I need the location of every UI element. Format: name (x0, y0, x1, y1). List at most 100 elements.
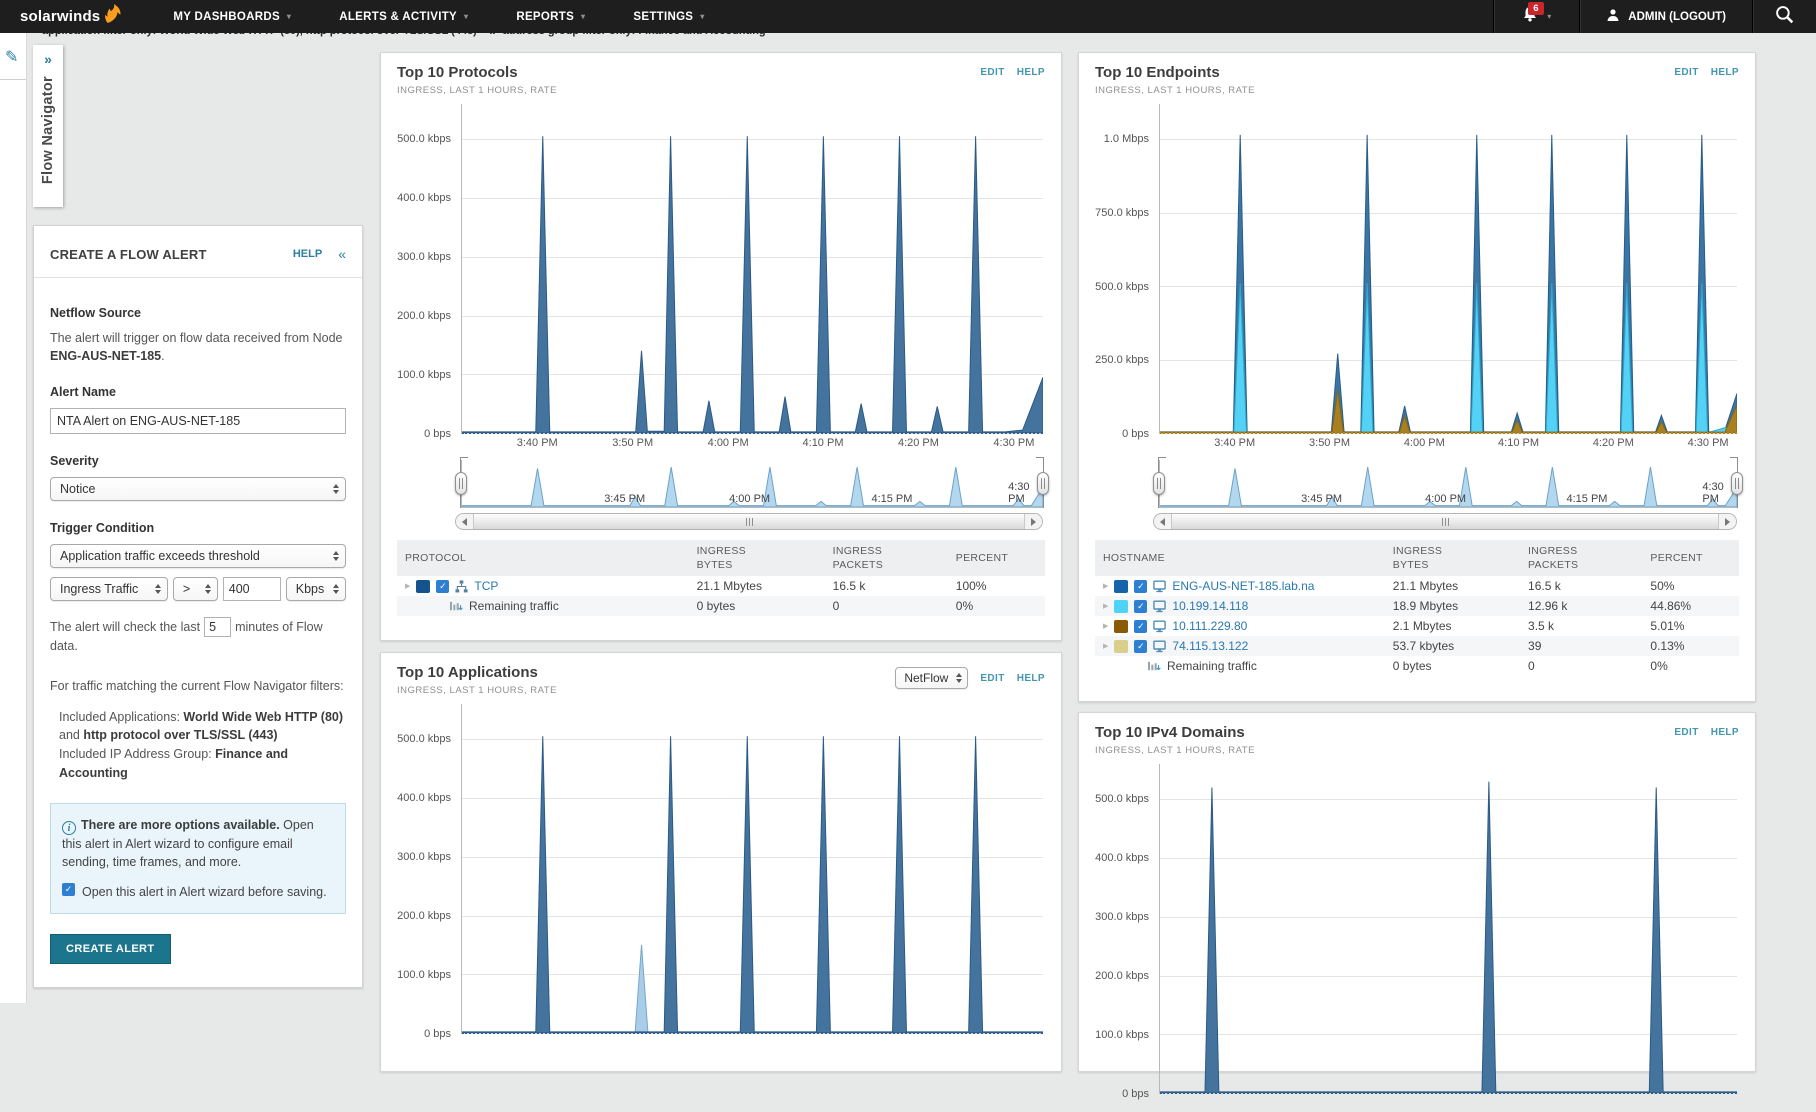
menu-alerts-activity[interactable]: ALERTS & ACTIVITY ▾ (315, 0, 492, 33)
help-link[interactable]: HELP (1711, 727, 1739, 738)
severity-select[interactable]: Notice (50, 477, 346, 502)
severity-label: Severity (50, 454, 99, 469)
trigger-condition-select[interactable]: Application traffic exceeds threshold (50, 544, 346, 569)
panel-header: Top 10 Protocols INGRESS, LAST 1 HOURS, … (381, 53, 1061, 98)
series-visibility-checkbox[interactable]: ✓ (1134, 579, 1148, 593)
apps-join: and (59, 728, 84, 743)
time-scrollbar[interactable] (1153, 513, 1737, 530)
select-stepper-icon (204, 584, 211, 595)
y-axis: 500.0 kbps 400.0 kbps 300.0 kbps 200.0 kbps… (389, 704, 461, 1040)
range-handle-right[interactable] (1731, 472, 1743, 495)
expand-row-icon[interactable]: ▶ (1103, 582, 1108, 590)
expand-row-icon[interactable]: ▶ (405, 582, 410, 590)
nta-dashboard: { "navbar": { "logo": "solarwinds", "men… (0, 0, 1816, 1100)
flow-type-select[interactable]: NetFlow (895, 667, 969, 689)
series-visibility-checkbox[interactable]: ✓ (1134, 619, 1148, 633)
chevron-down-icon: ▾ (1547, 12, 1552, 21)
notification-badge: 6 (1528, 2, 1544, 15)
row-label-link[interactable]: TCP (474, 579, 498, 593)
time-scrollbar[interactable] (455, 513, 1043, 530)
edit-link[interactable]: EDIT (980, 67, 1004, 78)
row-label-link[interactable]: 74.115.13.122 (1172, 639, 1248, 653)
notifications-button[interactable]: 6 ▾ (1494, 0, 1579, 33)
y-axis-label: 500.0 kbps (397, 733, 451, 746)
menu-reports[interactable]: REPORTS ▾ (492, 0, 609, 33)
edit-link[interactable]: EDIT (1674, 727, 1698, 738)
check-minutes-input[interactable] (204, 617, 232, 638)
scroll-left-button[interactable] (456, 514, 474, 529)
expand-row-icon[interactable]: ▶ (1103, 642, 1108, 650)
range-handle-left[interactable] (455, 472, 467, 495)
row-label-link[interactable]: ENG-AUS-NET-185.lab.na (1172, 579, 1314, 593)
packets-value: 0 (1528, 659, 1535, 674)
panel-title: Top 10 Endpoints (1095, 64, 1220, 81)
expand-row-icon[interactable]: ▶ (1103, 602, 1108, 610)
threshold-value-input[interactable] (222, 577, 281, 602)
unit-select[interactable]: Kbps (285, 577, 346, 602)
menu-settings[interactable]: SETTINGS ▾ (609, 0, 728, 33)
menu-label: MY DASHBOARDS (173, 10, 280, 23)
alert-name-label: Alert Name (50, 385, 116, 400)
y-axis-label: 400.0 kbps (397, 192, 451, 205)
table-row: Remaining traffic 0 bytes 0 0% (1095, 656, 1739, 676)
remaining-icon (1147, 660, 1161, 673)
create-alert-button[interactable]: CREATE ALERT (50, 933, 171, 964)
ip-group-label: Included IP Address Group: (59, 747, 216, 761)
percent-value: 5.01% (1650, 619, 1685, 634)
solarwinds-logo[interactable]: solarwinds (0, 4, 149, 29)
y-axis: 500.0 kbps 400.0 kbps 300.0 kbps 200.0 kbps… (389, 104, 461, 440)
help-link[interactable]: HELP (1017, 67, 1045, 78)
help-link[interactable]: HELP (1711, 67, 1739, 78)
packets-value: 39 (1528, 639, 1542, 654)
edit-link[interactable]: EDIT (1674, 67, 1698, 78)
time-range-overview[interactable]: 3:45 PM 4:00 PM 4:15 PM 4:30 PM (1153, 457, 1743, 508)
range-handle-right[interactable] (1037, 472, 1049, 495)
column-header: INGRESS PACKETS (1520, 540, 1643, 577)
overview-plot: 3:45 PM 4:00 PM 4:15 PM 4:30 PM (1159, 460, 1737, 508)
y-axis-label: 200.0 kbps (397, 310, 451, 323)
top-navbar: solarwinds MY DASHBOARDS ▾ ALERTS & ACTI… (0, 0, 1816, 33)
scroll-right-button[interactable] (1024, 514, 1042, 529)
traffic-direction-value: Ingress Traffic (60, 582, 139, 597)
packets-value: 0 (832, 599, 840, 614)
range-handle-left[interactable] (1153, 472, 1165, 495)
help-link[interactable]: HELP (1017, 673, 1045, 684)
alert-name-input[interactable] (50, 408, 346, 435)
series-visibility-checkbox[interactable]: ✓ (1134, 639, 1148, 653)
panel-subtitle: INGRESS, LAST 1 HOURS, RATE (1095, 745, 1255, 756)
flow-navigator-label: Flow Navigator (40, 76, 56, 185)
scrollbar-thumb[interactable] (1172, 514, 1718, 529)
chevron-down-icon: ▾ (581, 12, 586, 21)
menu-my-dashboards[interactable]: MY DASHBOARDS ▾ (149, 0, 315, 33)
apps-label: Included Applications: (59, 709, 184, 724)
help-link[interactable]: HELP (293, 248, 322, 260)
wizard-checkbox[interactable]: ✓ (62, 882, 75, 896)
scroll-right-button[interactable] (1718, 514, 1736, 529)
scroll-left-button[interactable] (1154, 514, 1172, 529)
row-label: Remaining traffic (1167, 659, 1257, 674)
series-visibility-checkbox[interactable]: ✓ (436, 579, 450, 593)
trigger-condition-value: Application traffic exceeds threshold (60, 549, 260, 564)
edit-pencil-icon[interactable]: ✎ (5, 47, 18, 67)
expand-row-icon[interactable]: ▶ (1103, 622, 1108, 630)
search-button[interactable] (1753, 0, 1816, 33)
packets-value: 16.5 k (832, 579, 866, 594)
top-10-endpoints-panel: Top 10 Endpoints INGRESS, LAST 1 HOURS, … (1078, 52, 1756, 702)
operator-select[interactable]: > (172, 577, 218, 602)
scrollbar-thumb[interactable] (474, 514, 1024, 529)
series-visibility-checkbox[interactable]: ✓ (1134, 599, 1148, 613)
more-options-infobox: i There are more options available. Open … (50, 802, 346, 914)
data-table: HOSTNAME INGRESS BYTES INGRESS PACKETS PERC… (1095, 540, 1739, 676)
protocol-icon (455, 580, 468, 593)
y-axis-label: 0 bps (424, 428, 451, 440)
edit-link[interactable]: EDIT (980, 673, 1004, 684)
time-range-overview[interactable]: 3:45 PM 4:00 PM 4:15 PM 4:30 PM (455, 457, 1049, 508)
select-stepper-icon (332, 584, 339, 595)
traffic-direction-select[interactable]: Ingress Traffic (50, 577, 168, 602)
overview-time-label: 4:00 PM (729, 493, 771, 505)
user-menu[interactable]: ADMIN (LOGOUT) (1580, 0, 1752, 33)
collapse-icon[interactable]: « (338, 246, 346, 262)
row-label-link[interactable]: 10.111.229.80 (1172, 619, 1247, 633)
flow-navigator-tab[interactable]: » Flow Navigator (33, 45, 63, 207)
row-label-link[interactable]: 10.199.14.118 (1172, 599, 1248, 613)
